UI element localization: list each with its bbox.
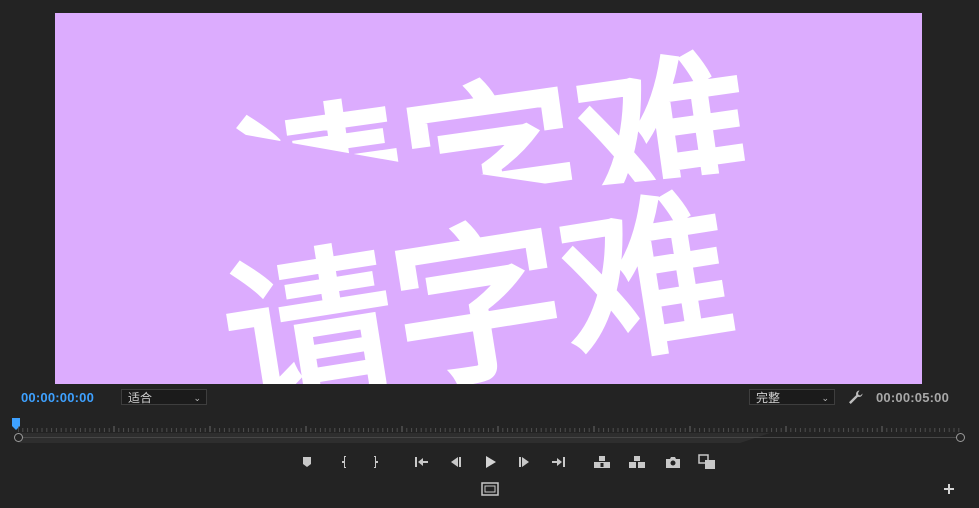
duration-timecode: 00:00:05:00 [876,390,950,405]
play-icon[interactable] [479,451,501,473]
current-timecode[interactable]: 00:00:00:00 [21,390,94,405]
transport-controls [0,451,979,473]
go-to-out-icon[interactable] [548,451,570,473]
ruler-ticks [18,426,960,432]
mark-out-icon[interactable] [365,451,387,473]
safe-margins-icon[interactable] [479,478,501,500]
extract-icon[interactable] [626,451,648,473]
monitor-controls-bar: 00:00:00:00 适合 ⌄ 完整 ⌄ 00:00:05:00 [0,386,979,410]
comparison-view-icon[interactable] [696,451,718,473]
playback-resolution-value: 完整 [756,391,781,405]
monitor-bottom-row [0,478,979,500]
program-preview: 请字难 请字难 [55,13,922,384]
mark-in-icon[interactable] [333,451,355,473]
zoom-level-value: 适合 [128,391,153,405]
step-forward-icon[interactable] [514,451,536,473]
zoom-level-dropdown[interactable]: 适合 ⌄ [121,389,207,405]
zoom-scrollbar-right-handle[interactable] [956,433,965,442]
zoom-scrollbar-left-handle[interactable] [14,433,23,442]
export-frame-icon[interactable] [662,451,684,473]
wrench-icon[interactable] [846,388,864,406]
chevron-down-icon: ⌄ [821,393,829,403]
playback-resolution-dropdown[interactable]: 完整 ⌄ [749,389,835,405]
step-back-icon[interactable] [444,451,466,473]
add-marker-icon[interactable] [296,451,318,473]
zoom-scrollbar-track[interactable] [18,433,961,443]
go-to-in-icon[interactable] [410,451,432,473]
button-editor-plus-icon[interactable] [938,478,960,500]
chevron-down-icon: ⌄ [193,393,201,403]
lift-icon[interactable] [591,451,613,473]
